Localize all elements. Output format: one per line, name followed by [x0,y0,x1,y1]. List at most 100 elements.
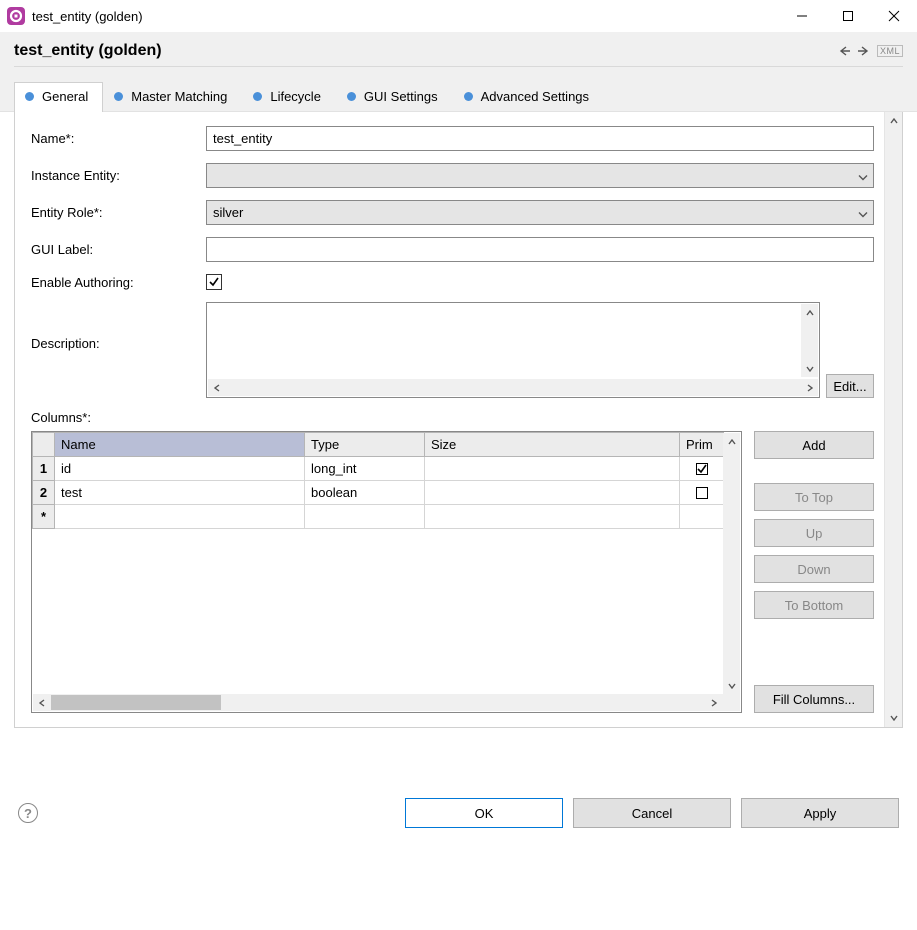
row-number: 1 [33,457,55,481]
scroll-up-icon[interactable] [801,304,818,321]
bullet-icon [25,92,34,101]
table-row[interactable]: 2 test boolean [33,481,724,505]
nav-forward-icon[interactable] [855,44,873,58]
tab-label: General [42,89,88,104]
nav-back-icon[interactable] [835,44,853,58]
scroll-up-icon[interactable] [885,112,902,130]
to-top-button[interactable]: To Top [754,483,874,511]
window-title: test_entity (golden) [32,9,143,24]
fill-columns-button[interactable]: Fill Columns... [754,685,874,713]
tab-bar: General Master Matching Lifecycle GUI Se… [14,81,903,111]
instance-entity-select[interactable] [206,163,874,188]
scroll-right-icon[interactable] [705,694,722,711]
cell-size[interactable] [425,505,680,529]
tab-gui-settings[interactable]: GUI Settings [336,82,453,112]
tab-advanced-settings[interactable]: Advanced Settings [453,82,604,112]
tab-label: Master Matching [131,89,227,104]
xml-view-button[interactable]: XML [877,45,903,57]
checkbox-checked-icon[interactable] [696,463,708,475]
cell-prim[interactable] [680,505,724,529]
cancel-button[interactable]: Cancel [573,798,731,828]
enable-authoring-checkbox[interactable] [206,274,222,290]
cell-prim[interactable] [680,481,724,505]
edit-description-button[interactable]: Edit... [826,374,874,398]
apply-button[interactable]: Apply [741,798,899,828]
description-label: Description: [31,302,206,351]
tab-label: Advanced Settings [481,89,589,104]
cell-name[interactable]: id [55,457,305,481]
columns-label: Columns*: [31,410,874,425]
column-header-name[interactable]: Name [55,433,305,457]
columns-table[interactable]: Name Type Size Prim 1 id long_int [31,431,742,713]
cell-size[interactable] [425,457,680,481]
close-button[interactable] [871,0,917,32]
help-icon[interactable]: ? [18,803,38,823]
tab-label: Lifecycle [270,89,321,104]
column-button-group: Add To Top Up Down To Bottom Fill Column… [754,431,874,713]
entity-role-label: Entity Role*: [31,205,206,220]
cell-size[interactable] [425,481,680,505]
table-vscrollbar[interactable] [723,433,740,694]
description-textarea[interactable] [206,302,820,398]
enable-authoring-label: Enable Authoring: [31,275,206,290]
scroll-left-icon[interactable] [33,694,50,711]
maximize-button[interactable] [825,0,871,32]
titlebar: test_entity (golden) [0,0,917,32]
scroll-down-icon[interactable] [801,360,818,377]
minimize-button[interactable] [779,0,825,32]
down-button[interactable]: Down [754,555,874,583]
scroll-up-icon[interactable] [723,433,740,450]
instance-entity-label: Instance Entity: [31,168,206,183]
column-header-prim[interactable]: Prim [680,433,724,457]
cell-type[interactable] [305,505,425,529]
table-hscrollbar[interactable] [33,694,740,711]
row-number-new: * [33,505,55,529]
bullet-icon [114,92,123,101]
footer: ? OK Cancel Apply [0,728,917,846]
bullet-icon [464,92,473,101]
chevron-down-icon [858,168,868,183]
cell-name[interactable]: test [55,481,305,505]
scroll-right-icon[interactable] [801,379,818,396]
cell-name[interactable] [55,505,305,529]
page-title: test_entity (golden) [14,42,833,60]
tab-lifecycle[interactable]: Lifecycle [242,82,336,112]
ok-button[interactable]: OK [405,798,563,828]
chevron-down-icon [858,205,868,220]
entity-role-value: silver [213,205,243,220]
description-vscrollbar[interactable] [801,304,818,377]
tab-general[interactable]: General [14,82,103,112]
name-input[interactable] [206,126,874,151]
checkbox-unchecked-icon[interactable] [696,487,708,499]
scroll-left-icon[interactable] [208,379,225,396]
bullet-icon [253,92,262,101]
cell-type[interactable]: boolean [305,481,425,505]
window-controls [779,0,917,32]
column-header-type[interactable]: Type [305,433,425,457]
row-number: 2 [33,481,55,505]
bullet-icon [347,92,356,101]
gui-label-label: GUI Label: [31,242,206,257]
name-label: Name*: [31,131,206,146]
up-button[interactable]: Up [754,519,874,547]
entity-role-select[interactable]: silver [206,200,874,225]
hscroll-thumb[interactable] [51,695,221,710]
tab-master-matching[interactable]: Master Matching [103,82,242,112]
row-number-header[interactable] [33,433,55,457]
app-icon [6,6,26,26]
table-new-row[interactable]: * [33,505,724,529]
scroll-down-icon[interactable] [885,709,902,727]
gui-label-input[interactable] [206,237,874,262]
description-hscrollbar[interactable] [208,379,818,396]
table-row[interactable]: 1 id long_int [33,457,724,481]
subheader: test_entity (golden) XML General Master … [0,32,917,112]
panel-vscrollbar[interactable] [884,112,902,727]
add-column-button[interactable]: Add [754,431,874,459]
main-panel: Name*: Instance Entity: Entity Role*: si… [14,112,903,728]
cell-prim[interactable] [680,457,724,481]
cell-type[interactable]: long_int [305,457,425,481]
column-header-size[interactable]: Size [425,433,680,457]
scroll-down-icon[interactable] [723,677,740,694]
tab-label: GUI Settings [364,89,438,104]
to-bottom-button[interactable]: To Bottom [754,591,874,619]
